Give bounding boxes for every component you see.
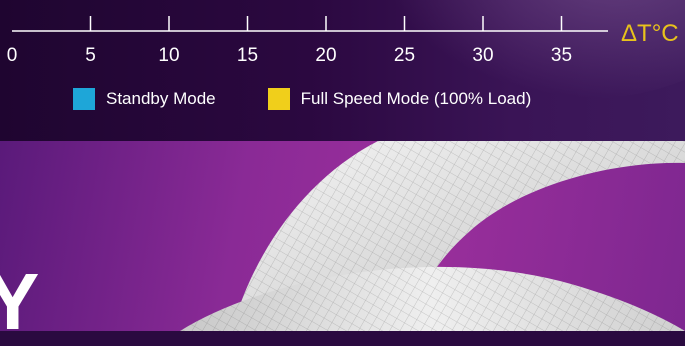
legend: Standby Mode Full Speed Mode (100% Load): [73, 87, 531, 111]
legend-label-full-speed: Full Speed Mode (100% Load): [300, 89, 532, 108]
fabric-background: [0, 141, 685, 331]
legend-swatch-standby: [73, 88, 95, 110]
partial-heading-letter: Y: [0, 257, 40, 346]
x-tick-label-20: 20: [315, 45, 336, 66]
x-axis-ticks: [89, 16, 563, 31]
x-tick-label-30: 30: [472, 45, 493, 66]
x-tick-label-35: 35: [551, 45, 572, 66]
fabric-coil-image: [180, 141, 685, 331]
x-axis-title: ΔT°C: [621, 20, 679, 47]
legend-item-standby: Standby Mode: [73, 88, 216, 110]
chart-panel: 0 5 10 15 20 25 30 35 ΔT°C Standby Mode Full Sp…: [0, 0, 685, 141]
legend-item-full-speed: Full Speed Mode (100% Load): [267, 88, 532, 110]
x-axis: 0 5 10 15 20 25 30 35 ΔT°C: [7, 16, 679, 66]
legend-swatch-full-speed: [267, 88, 290, 110]
legend-label-standby: Standby Mode: [106, 89, 216, 108]
x-tick-label-0: 0: [7, 45, 18, 66]
x-tick-label-5: 5: [85, 45, 96, 66]
x-tick-label-25: 25: [394, 45, 415, 66]
x-tick-label-10: 10: [158, 45, 179, 66]
x-tick-label-15: 15: [237, 45, 258, 66]
x-axis-tick-labels: 0 5 10 15 20 25 30 35: [7, 45, 572, 66]
